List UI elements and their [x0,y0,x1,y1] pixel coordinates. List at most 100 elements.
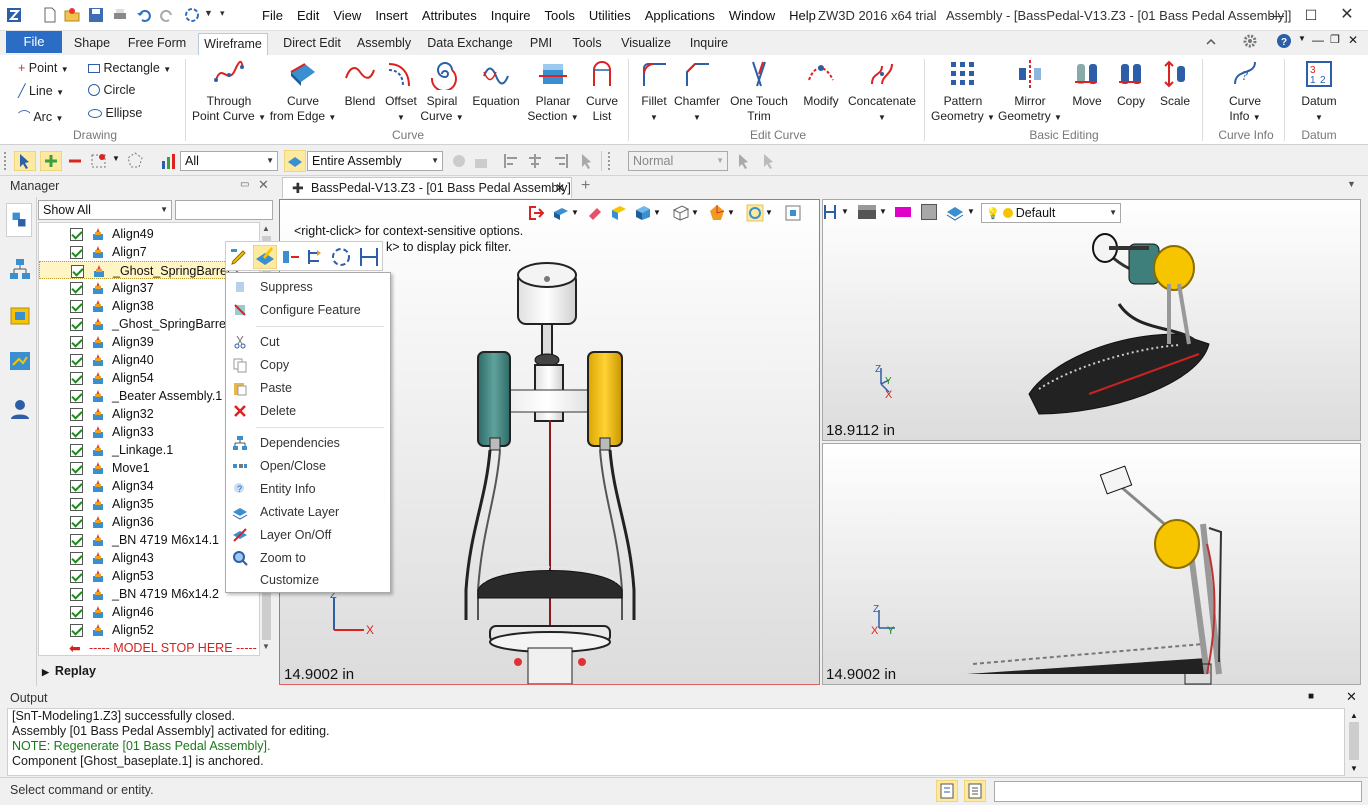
menu-window[interactable]: Window [722,8,782,23]
tab-shape[interactable]: Shape [68,33,116,55]
tab-file[interactable]: File [6,31,62,53]
scale-button[interactable]: Scale [1154,58,1196,109]
tab-assembly[interactable]: Assembly [354,33,414,55]
view-tab-icon[interactable] [8,349,32,373]
arc-tool[interactable]: ⌒ Arc ▼ [18,106,63,125]
menu-item-customize[interactable]: Customize [260,573,319,587]
menu-item-delete[interactable]: Delete [260,404,296,418]
document-tab-close-icon[interactable]: ✕ [555,178,565,198]
scope-select[interactable]: Entire Assembly ▼ [307,151,443,171]
move-button[interactable]: Move [1066,58,1108,109]
tree-search-input[interactable] [175,200,273,220]
box-select-icon[interactable] [90,151,108,171]
tab-tools[interactable]: Tools [566,33,608,55]
one-touch-trim-button[interactable]: One Touch Trim [726,58,792,124]
tree-checkbox[interactable] [70,390,83,403]
new-tab-icon[interactable]: + [581,177,590,195]
box-select-dropdown-icon[interactable]: ▼ [112,154,120,163]
tree-checkbox[interactable] [70,246,83,259]
save-icon[interactable] [88,7,104,23]
tree-checkbox[interactable] [70,372,83,385]
regen-dropdown-icon[interactable]: ▼ [204,8,213,18]
tree-checkbox[interactable] [70,408,83,421]
output-scrollbar[interactable]: ▲ ▼ [1347,708,1361,776]
minimize-button[interactable]: — [1262,4,1292,26]
view-orient-dropdown-icon[interactable]: ▼ [691,208,699,217]
regen-icon[interactable] [184,7,200,23]
scroll-down-icon[interactable]: ▼ [262,642,270,651]
offset-button[interactable]: Offset ▼ [382,58,420,125]
pick-add-icon[interactable] [40,151,62,171]
eraser-icon[interactable] [586,204,604,222]
tab-list-icon[interactable]: ▼ [1347,179,1356,189]
filter-select[interactable]: All ▼ [180,151,278,171]
curve-list-button[interactable]: Curve List [582,58,622,124]
layer-dropdown-icon[interactable]: ▼ [967,207,975,216]
rectangle-tool[interactable]: Rectangle ▼ [88,61,171,75]
menu-item-layer-on-off[interactable]: Layer On/Off [260,528,331,542]
status-toggle-2-icon[interactable] [964,780,986,802]
section-icon[interactable] [823,203,837,221]
menu-item-open-close[interactable]: Open/Close [260,459,326,473]
fit-view-icon[interactable] [784,204,802,222]
child-minimize-button[interactable]: — [1312,33,1324,47]
modify-button[interactable]: Modify [798,58,844,109]
part-tab-icon[interactable] [8,303,32,327]
shaded-dropdown-icon[interactable]: ▼ [653,208,661,217]
tree-checkbox[interactable] [70,606,83,619]
settings-gear-icon[interactable] [1242,33,1258,49]
output-close-icon[interactable]: ✕ [1346,689,1357,705]
filter-icon[interactable] [160,151,178,171]
background-icon[interactable] [857,203,877,221]
tree-checkbox[interactable] [70,552,83,565]
dimension-icon[interactable] [357,245,381,269]
pick-tool-icon[interactable] [735,152,753,170]
menu-edit[interactable]: Edit [290,8,326,23]
menu-tools[interactable]: Tools [538,8,582,23]
tree-checkbox[interactable] [70,426,83,439]
open-folder-icon[interactable] [64,7,80,23]
new-file-icon[interactable] [42,7,58,23]
tree-checkbox[interactable] [70,282,83,295]
spiral-curve-button[interactable]: Spiral Curve ▼ [420,58,464,125]
tab-wireframe[interactable]: Wireframe [198,33,268,55]
menu-item-paste[interactable]: Paste [260,381,292,395]
output-scroll-down-icon[interactable]: ▼ [1350,764,1358,773]
menu-inquire[interactable]: Inquire [484,8,538,23]
shaded-icon[interactable] [634,204,652,222]
curve-info-button[interactable]: ? Curve Info ▼ [1214,58,1276,125]
cursor-icon[interactable] [578,152,596,170]
help-dropdown-icon[interactable]: ▼ [1298,34,1306,43]
ellipse-tool[interactable]: Ellipse [88,106,142,120]
align-right-icon[interactable] [552,152,570,170]
curve-from-edge-button[interactable]: Curve from Edge ▼ [268,58,338,125]
manager-close-icon[interactable]: ✕ [258,177,269,193]
tree-checkbox[interactable] [70,462,83,475]
menu-insert[interactable]: Insert [368,8,415,23]
point-tool[interactable]: + Point ▼ [18,61,69,75]
tab-inquire[interactable]: Inquire [684,33,734,55]
side-viewport[interactable]: Z X Y 14.9002 in [822,443,1361,685]
bass-pedal-front-model[interactable] [450,250,810,684]
line-tool[interactable]: ╱ Line ▼ [18,83,64,98]
replay-expand-icon[interactable]: ▶ [42,667,49,677]
through-point-curve-button[interactable]: Through Point Curve ▼ [190,58,268,125]
menu-view[interactable]: View [326,8,368,23]
tab-free-form[interactable]: Free Form [124,33,190,55]
render-icon[interactable] [708,204,726,222]
status-toggle-1-icon[interactable] [936,780,958,802]
document-tab[interactable]: ✚ BassPedal-V13.Z3 - [01 Bass Pedal Asse… [282,177,572,198]
tree-checkbox[interactable] [70,534,83,547]
output-scroll-up-icon[interactable]: ▲ [1350,711,1358,720]
tree-checkbox[interactable] [70,480,83,493]
wireframe-cube-icon[interactable] [672,204,690,222]
tree-checkbox[interactable] [71,265,84,278]
concatenate-button[interactable]: Concatenate ▼ [846,58,918,125]
render-dropdown-icon[interactable]: ▼ [727,208,735,217]
replay-section[interactable]: ▶ Replay [38,660,272,682]
child-restore-button[interactable]: ❐ [1330,33,1340,46]
tab-pmi[interactable]: PMI [524,33,558,55]
user-tab-icon[interactable] [8,397,32,421]
polygon-select-icon[interactable] [125,151,145,171]
rollback-icon[interactable] [281,247,301,267]
